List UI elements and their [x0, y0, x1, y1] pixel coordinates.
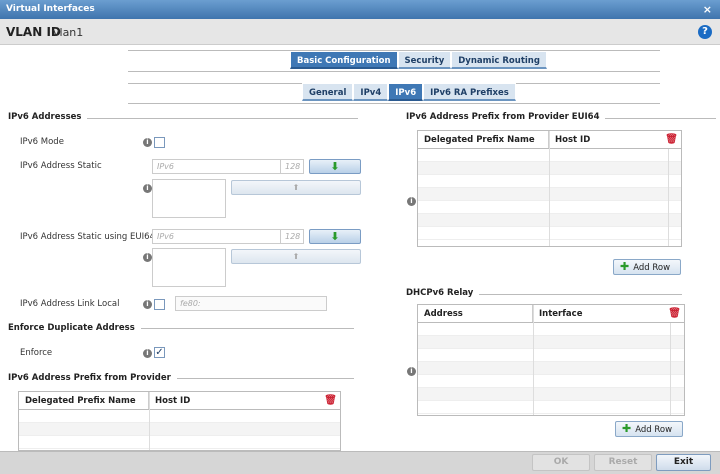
- reset-button[interactable]: Reset: [594, 454, 652, 471]
- tab-ipv6-ra-prefixes[interactable]: IPv6 RA Prefixes: [423, 83, 516, 101]
- vlan-header-bar: [0, 19, 720, 45]
- enforce-checkbox[interactable]: ✓: [154, 347, 165, 358]
- subtab-divider-bottom: [128, 103, 660, 104]
- trash-icon[interactable]: 🗑: [324, 395, 337, 406]
- up-arrow-icon: ⬆: [292, 252, 300, 261]
- info-icon: i: [143, 253, 152, 262]
- table-row[interactable]: [418, 375, 684, 388]
- info-icon: i: [143, 349, 152, 358]
- eui64-address-label: IPv6 Address Static using EUI64: [20, 232, 155, 242]
- vlan-id-value: vlan1: [53, 26, 84, 39]
- main-tabs: Basic Configuration Security Dynamic Rou…: [290, 51, 547, 69]
- tab-security[interactable]: Security: [397, 51, 452, 69]
- eui64-prefix-table: Delegated Prefix Name Host ID 🗑: [417, 130, 682, 247]
- ok-button[interactable]: OK: [532, 454, 590, 471]
- plus-icon: ✚: [620, 260, 630, 273]
- table-row[interactable]: [418, 323, 684, 336]
- table-row[interactable]: [418, 336, 684, 349]
- static-address-label: IPv6 Address Static: [20, 161, 102, 171]
- sub-tabs: General IPv4 IPv6 IPv6 RA Prefixes: [302, 83, 516, 101]
- info-icon: i: [143, 300, 152, 309]
- info-icon: i: [407, 367, 416, 376]
- enforce-label: Enforce: [20, 348, 53, 358]
- tab-general[interactable]: General: [302, 83, 354, 101]
- up-arrow-icon: ⬆: [292, 183, 300, 192]
- tab-basic-configuration[interactable]: Basic Configuration: [290, 51, 398, 69]
- add-row-button-eui64[interactable]: ✚ Add Row: [613, 259, 681, 275]
- column-host-id: Host ID: [555, 135, 591, 145]
- add-row-button-dhcp[interactable]: ✚ Add Row: [615, 421, 683, 437]
- table-row[interactable]: [19, 423, 340, 436]
- down-arrow-icon: ⬇: [330, 230, 340, 243]
- section-ipv6-addresses: IPv6 Addresses: [8, 112, 88, 122]
- table-row[interactable]: [19, 410, 340, 423]
- eui64-address-list[interactable]: [152, 248, 226, 287]
- help-icon[interactable]: ?: [698, 25, 712, 39]
- column-host-id: Host ID: [155, 396, 191, 406]
- section-prefix-eui64: IPv6 Address Prefix from Provider EUI64: [406, 112, 606, 122]
- info-icon: i: [407, 197, 416, 206]
- static-remove-button[interactable]: ⬆: [231, 180, 361, 195]
- trash-icon[interactable]: 🗑: [665, 134, 678, 145]
- table-row[interactable]: [418, 362, 684, 375]
- close-icon[interactable]: ×: [703, 3, 712, 16]
- link-local-checkbox[interactable]: [154, 299, 165, 310]
- section-enforce-duplicate: Enforce Duplicate Address: [8, 323, 141, 333]
- link-local-label: IPv6 Address Link Local: [20, 299, 120, 309]
- column-address: Address: [418, 305, 533, 322]
- column-interface: Interface: [539, 309, 583, 319]
- static-add-button[interactable]: ⬇: [309, 159, 361, 174]
- eui64-add-button[interactable]: ⬇: [309, 229, 361, 244]
- down-arrow-icon: ⬇: [330, 160, 340, 173]
- table-header: Delegated Prefix Name Host ID: [19, 392, 340, 410]
- eui64-remove-button[interactable]: ⬆: [231, 249, 361, 264]
- link-local-input[interactable]: fe80:: [175, 296, 327, 311]
- static-prefix-input[interactable]: 128: [280, 159, 304, 174]
- tab-divider-mid: [128, 71, 660, 72]
- window-title: Virtual Interfaces: [6, 4, 95, 14]
- eui64-prefix-input[interactable]: 128: [280, 229, 304, 244]
- ipv6-mode-checkbox[interactable]: [154, 137, 165, 148]
- provider-prefix-table: Delegated Prefix Name Host ID 🗑: [18, 391, 341, 451]
- section-prefix-provider: IPv6 Address Prefix from Provider: [8, 373, 177, 383]
- table-header: Address Interface: [418, 305, 684, 323]
- table-row[interactable]: [418, 388, 684, 401]
- dhcpv6-relay-table: Address Interface 🗑: [417, 304, 685, 416]
- column-delegated-prefix: Delegated Prefix Name: [19, 392, 149, 409]
- trash-icon[interactable]: 🗑: [668, 308, 681, 319]
- column-delegated-prefix: Delegated Prefix Name: [418, 131, 549, 148]
- info-icon: i: [143, 184, 152, 193]
- tab-dynamic-routing[interactable]: Dynamic Routing: [451, 51, 547, 69]
- static-address-list[interactable]: [152, 179, 226, 218]
- plus-icon: ✚: [622, 422, 632, 435]
- table-row[interactable]: [19, 436, 340, 449]
- tab-ipv4[interactable]: IPv4: [353, 83, 389, 101]
- ipv6-mode-label: IPv6 Mode: [20, 137, 64, 147]
- section-dhcpv6-relay: DHCPv6 Relay: [406, 288, 480, 298]
- table-row[interactable]: [418, 401, 684, 414]
- tab-ipv6[interactable]: IPv6: [388, 83, 424, 101]
- window-titlebar: Virtual Interfaces: [0, 0, 720, 19]
- info-icon: i: [143, 138, 152, 147]
- exit-button[interactable]: Exit: [656, 454, 711, 471]
- table-row[interactable]: [418, 349, 684, 362]
